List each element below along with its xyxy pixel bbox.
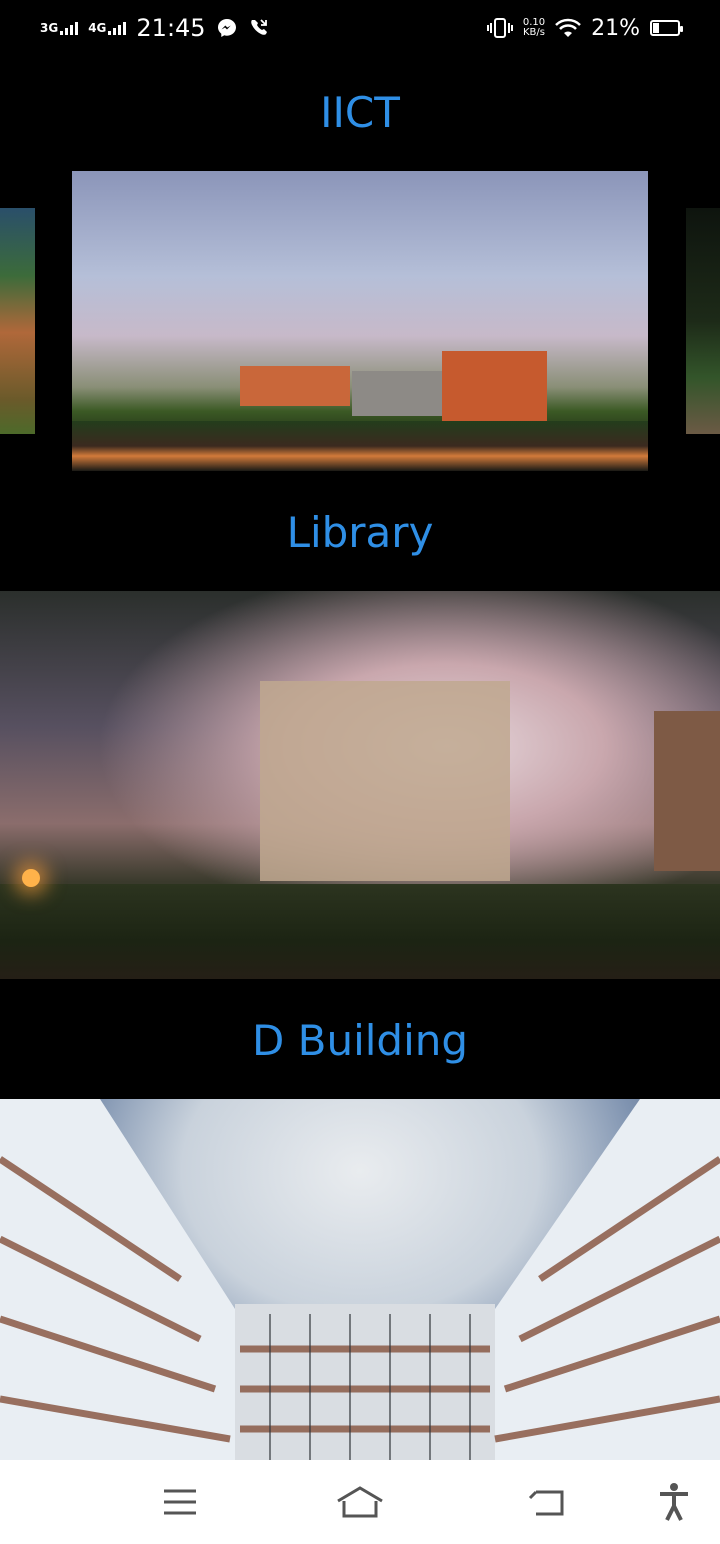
clock: 21:45 — [136, 14, 206, 42]
menu-button[interactable] — [156, 1478, 204, 1526]
iict-image — [72, 171, 648, 471]
section-title-library: Library — [286, 508, 434, 557]
messenger-icon — [217, 19, 236, 37]
battery-icon — [650, 20, 683, 36]
accessibility-button[interactable] — [650, 1478, 698, 1526]
back-icon — [528, 1490, 564, 1516]
vibrate-icon — [486, 18, 513, 38]
status-right: 0.10 KB/s 21% — [486, 15, 683, 41]
status-bar: 3G 4G 21:45 0.10 KB/s 21% — [0, 0, 720, 56]
section-title-d-building: D Building — [251, 1016, 469, 1065]
d-building-image-card[interactable] — [0, 1099, 720, 1460]
network-label-1: 3G — [40, 21, 59, 35]
home-button[interactable] — [336, 1478, 384, 1526]
iict-carousel-card[interactable] — [72, 171, 648, 471]
wifi-icon — [555, 18, 581, 37]
battery-percent: 21% — [591, 15, 640, 41]
signal-4g-icon: 4G — [88, 21, 127, 35]
carousel-next-image — [686, 208, 720, 434]
d-building-image — [0, 1099, 720, 1460]
speed-unit: KB/s — [522, 27, 545, 38]
network-label-2: 4G — [88, 21, 107, 35]
network-speed: 0.10 KB/s — [523, 18, 545, 38]
accessibility-icon — [660, 1483, 688, 1521]
section-title-iict: IICT — [320, 88, 400, 137]
library-image-card[interactable] — [0, 591, 720, 979]
library-image — [0, 591, 720, 979]
carousel-next-card[interactable] — [686, 208, 720, 434]
home-icon — [337, 1486, 383, 1518]
system-nav-bar — [0, 1460, 720, 1544]
carousel-prev-card[interactable] — [0, 208, 35, 434]
menu-icon — [164, 1489, 196, 1515]
back-button[interactable] — [524, 1478, 572, 1526]
missed-call-icon — [250, 19, 267, 35]
status-left: 3G 4G 21:45 — [40, 14, 270, 42]
signal-3g-icon: 3G — [40, 21, 79, 35]
carousel-prev-image — [0, 208, 35, 434]
